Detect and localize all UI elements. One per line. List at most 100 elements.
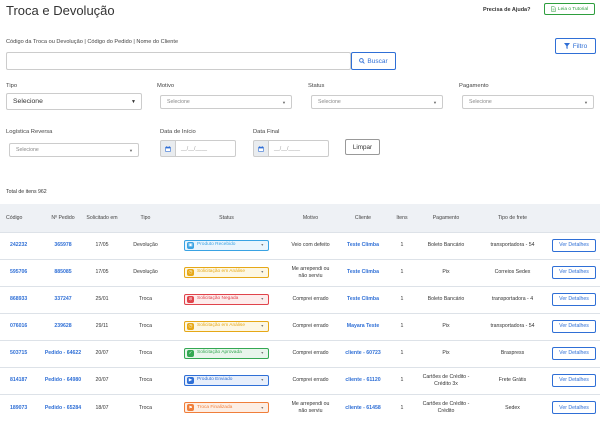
chevron-down-icon: ▼ <box>433 100 437 105</box>
header-frete: Tipo de frete <box>498 214 527 221</box>
chevron-down-icon: ▼ <box>129 148 133 153</box>
total-items: Total de itens 962 <box>6 189 47 195</box>
search-input[interactable] <box>6 52 351 70</box>
flag-icon: ⚑ <box>187 404 194 412</box>
codigo-link[interactable]: 189073 <box>0 394 44 421</box>
cliente-link[interactable]: cliente - 61458 <box>337 394 389 421</box>
frete-cell: transportadora - 54 <box>490 242 535 249</box>
search-button[interactable]: Buscar <box>351 52 396 70</box>
calendar-icon <box>253 140 269 157</box>
status-select[interactable]: Selecione ▼ <box>311 95 443 109</box>
table-header: Código Nº Pedido Solicitado em Tipo Stat… <box>0 204 600 232</box>
motivo-select[interactable]: Selecione ▼ <box>160 95 292 109</box>
document-icon <box>551 6 556 12</box>
search-icon <box>359 58 366 64</box>
tipo-cell: Devolução <box>133 242 158 249</box>
motivo-cell: Comprei errado <box>292 323 329 330</box>
ver-detalhes-button[interactable]: Ver Detalhes <box>552 293 596 306</box>
ver-detalhes-button[interactable]: Ver Detalhes <box>552 374 596 387</box>
clock-icon: ◷ <box>187 323 194 330</box>
status-select[interactable]: ✓ Solicitação Aprovada ▼ <box>184 348 269 359</box>
chevron-down-icon: ▼ <box>260 324 264 329</box>
data-inicio-field[interactable]: __/__/____ <box>160 140 236 157</box>
cliente-link[interactable]: cliente - 61120 <box>337 367 389 394</box>
tipo-value: Selecione <box>13 98 43 105</box>
status-select[interactable]: ◷ Solicitação em Análise ▼ <box>184 321 269 332</box>
cliente-link[interactable]: Teste Climba <box>337 286 389 313</box>
codigo-link[interactable]: 242232 <box>0 232 44 259</box>
cliente-link[interactable]: Mayara Teste <box>337 313 389 340</box>
acao-cell: Ver Detalhes <box>548 394 600 421</box>
pedido-link[interactable]: 365978 <box>44 232 82 259</box>
acao-cell: Ver Detalhes <box>548 259 600 286</box>
itens-cell: 1 <box>400 377 404 384</box>
data-final-field[interactable]: __/__/____ <box>253 140 329 157</box>
pedido-link[interactable]: 885085 <box>44 259 82 286</box>
tipo-cell: Troca <box>138 296 153 303</box>
tipo-select[interactable]: Selecione ▼ <box>6 93 142 110</box>
logistica-select[interactable]: Selecione ▼ <box>9 143 139 157</box>
header-itens: Itens <box>396 214 408 221</box>
tutorial-button[interactable]: Leia o Tutorial <box>544 3 595 15</box>
table-row: 868933 337247 25/01 Troca ⊘ Solicitação Negad… <box>0 286 600 313</box>
pagamento-cell: Boleto Bancário <box>427 242 465 249</box>
ver-detalhes-button[interactable]: Ver Detalhes <box>552 347 596 360</box>
motivo-cell: Comprei errado <box>292 350 329 357</box>
header-pedido: Nº Pedido <box>51 214 75 221</box>
tipo-cell: Troca <box>138 323 153 330</box>
data-inicio-input[interactable]: __/__/____ <box>176 140 236 157</box>
frete-cell: transportadora - 54 <box>490 323 535 330</box>
solicitado-cell: 20/07 <box>95 350 109 357</box>
pedido-link[interactable]: Pedido - 64980 <box>44 367 82 394</box>
acao-cell: Ver Detalhes <box>548 367 600 394</box>
frete-cell: Sedex <box>505 404 520 411</box>
status-label: Produto Enviado <box>197 377 233 383</box>
filter-button-label: Filtro <box>572 42 588 50</box>
motivo-cell: Comprei errado <box>292 377 329 384</box>
status-select[interactable]: ◷ Solicitação em Análise ▼ <box>184 267 269 278</box>
codigo-link[interactable]: 814187 <box>0 367 44 394</box>
ver-detalhes-button[interactable]: Ver Detalhes <box>552 266 596 279</box>
motivo-label: Motivo <box>157 83 175 89</box>
itens-cell: 1 <box>400 242 404 249</box>
status-select[interactable]: ▣ Produto Recebido ▼ <box>184 240 269 251</box>
pedido-link[interactable]: Pedido - 65284 <box>44 394 82 421</box>
cliente-link[interactable]: cliente - 60723 <box>337 340 389 367</box>
pedido-link[interactable]: 337247 <box>44 286 82 313</box>
header-tipo: Tipo <box>140 214 151 221</box>
pedido-link[interactable]: 239628 <box>44 313 82 340</box>
itens-cell: 1 <box>400 323 404 330</box>
pagamento-select[interactable]: Selecione ▼ <box>462 95 594 109</box>
pagamento-cell: Pix <box>442 323 450 330</box>
cliente-link[interactable]: Teste Climba <box>337 259 389 286</box>
status-select[interactable]: ⊘ Solicitação Negada ▼ <box>184 294 269 305</box>
status-cell: ◷ Solicitação em Análise ▼ <box>169 313 284 340</box>
calendar-icon <box>160 140 176 157</box>
codigo-link[interactable]: 076016 <box>0 313 44 340</box>
data-inicio-label: Data de Início <box>160 129 196 135</box>
status-cell: ▶ Produto Enviado ▼ <box>169 367 284 394</box>
limpar-button[interactable]: Limpar <box>345 139 380 155</box>
ver-detalhes-button[interactable]: Ver Detalhes <box>552 320 596 333</box>
status-select[interactable]: ▶ Produto Enviado ▼ <box>184 375 269 386</box>
pagamento-cell: Boleto Bancário <box>427 296 465 303</box>
codigo-link[interactable]: 868933 <box>0 286 44 313</box>
header-cliente: Cliente <box>354 214 372 221</box>
frete-cell: Braspress <box>500 350 525 357</box>
codigo-link[interactable]: 503715 <box>0 340 44 367</box>
motivo-cell: Comprei errado <box>292 296 329 303</box>
codigo-link[interactable]: 595706 <box>0 259 44 286</box>
ver-detalhes-button[interactable]: Ver Detalhes <box>552 239 596 252</box>
frete-cell: Frete Grátis <box>498 377 527 384</box>
cliente-link[interactable]: Teste Climba <box>337 232 389 259</box>
table-row: 076016 239628 29/11 Troca ◷ Solicitação em An… <box>0 313 600 340</box>
truck-icon: ▶ <box>187 377 194 384</box>
status-label: Status <box>308 83 325 89</box>
results-table: Código Nº Pedido Solicitado em Tipo Stat… <box>0 204 600 421</box>
status-select[interactable]: ⚑ Troca Finalizada ▼ <box>184 402 269 414</box>
funnel-icon <box>563 43 570 49</box>
pedido-link[interactable]: Pedido - 64622 <box>44 340 82 367</box>
ver-detalhes-button[interactable]: Ver Detalhes <box>552 401 596 415</box>
data-final-input[interactable]: __/__/____ <box>269 140 329 157</box>
filter-button[interactable]: Filtro <box>555 38 596 54</box>
